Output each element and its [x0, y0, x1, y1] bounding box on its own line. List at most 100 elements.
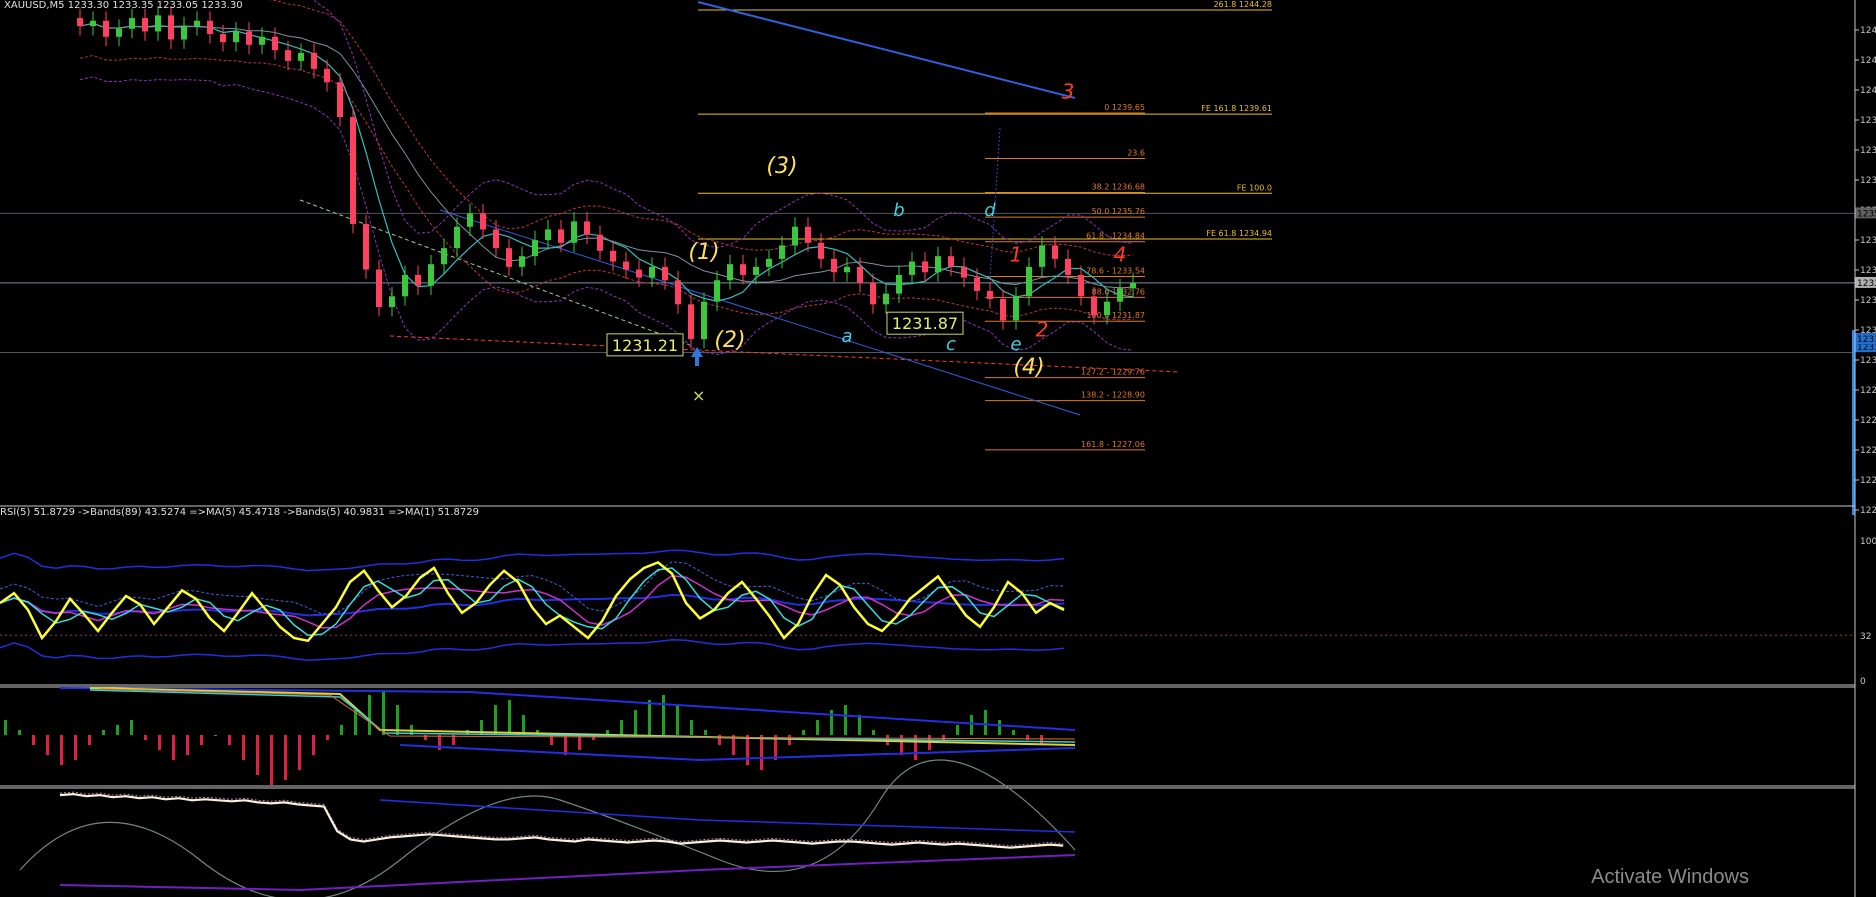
candle [571, 221, 577, 243]
rsi-axis-label: 0 [1860, 677, 1866, 687]
histogram-bar [88, 735, 91, 745]
axis-label: 1226 [1860, 476, 1876, 486]
wave-label: b [893, 200, 904, 221]
candle [961, 266, 967, 278]
candle [350, 117, 356, 225]
candle [168, 15, 174, 40]
price-tag-label: 1231 [1857, 335, 1876, 345]
histogram-bar [116, 725, 119, 735]
candle [857, 266, 863, 283]
histogram-bar [494, 705, 497, 735]
candle [1130, 282, 1136, 289]
activate-windows-watermark: Activate Windows [1591, 866, 1749, 888]
candle [324, 68, 330, 83]
candle [1104, 301, 1110, 316]
histogram-bar [18, 730, 21, 735]
axis-label: 1241 [1860, 56, 1876, 66]
candle [1078, 274, 1084, 297]
candle [415, 274, 421, 286]
fib-expansion-label: FE 161.8 1239.61 [1201, 104, 1272, 113]
histogram-bar [256, 735, 259, 775]
histogram-bar [858, 715, 861, 735]
candle [818, 242, 824, 259]
candle [623, 261, 629, 270]
histogram-bar [340, 725, 343, 735]
fib-retracement-label: 50.0 1235.76 [1092, 207, 1145, 216]
candle [1091, 296, 1097, 316]
fib-retracement-label: 78.6 - 1233.54 [1086, 267, 1145, 276]
candle [831, 258, 837, 273]
histogram-bar [1012, 730, 1015, 735]
fib-retracement-label: 161.8 - 1227.06 [1081, 440, 1145, 449]
candle [77, 18, 83, 27]
candle [441, 248, 447, 265]
histogram-bar [4, 720, 7, 735]
histogram-bar [942, 735, 945, 740]
histogram-bar [144, 735, 147, 740]
cross-marker-icon: × [692, 386, 705, 405]
candle [246, 31, 252, 45]
candle [402, 274, 408, 297]
candle [272, 36, 278, 51]
wave-label: d [984, 200, 996, 221]
candle [116, 28, 122, 37]
candle [987, 290, 993, 299]
price-tag-label: 1235 [1857, 209, 1876, 219]
histogram-bar [634, 710, 637, 735]
histogram-bar [60, 735, 63, 765]
candle [103, 20, 109, 37]
fib-retracement-label: 23.6 [1127, 149, 1145, 158]
candle [1052, 245, 1058, 259]
candle [805, 226, 811, 243]
axis-label: 1234 [1860, 236, 1876, 246]
candle [532, 240, 538, 257]
wave-label: 2 [1036, 317, 1049, 341]
fib-retracement-label: 138.2 - 1228.90 [1081, 391, 1145, 400]
candle [727, 264, 733, 281]
axis-label: 1243 [1860, 26, 1876, 36]
candle [389, 296, 395, 308]
histogram-bar [746, 735, 749, 765]
axis-label: 1225 [1860, 506, 1876, 516]
histogram-bar [172, 735, 175, 760]
fib-retracement-label: 38.2 1236.68 [1092, 182, 1145, 191]
candle [714, 280, 720, 302]
rsi-axis-label: 100 [1860, 537, 1876, 547]
histogram-bar [32, 735, 35, 745]
histogram-bar [270, 735, 273, 785]
histogram-bar [102, 730, 105, 735]
histogram-bar [326, 735, 329, 740]
histogram-bar [214, 735, 217, 736]
candle [1039, 245, 1045, 267]
histogram-bar [368, 695, 371, 735]
candle [545, 229, 551, 241]
candle [1000, 298, 1006, 321]
candle [974, 277, 980, 291]
fib-expansion-label: 261.8 1244.28 [1213, 0, 1272, 9]
candle [311, 52, 317, 69]
chart-canvas: 0 1239.6523.638.2 1236.6850.0 1235.7661.… [0, 0, 1876, 897]
candle [428, 264, 434, 286]
histogram-bar [844, 705, 847, 735]
price-box-label: 1231.87 [892, 314, 958, 333]
candle [298, 52, 304, 61]
candle [909, 261, 915, 275]
candle [948, 256, 954, 267]
price-tag-label: 1233 [1857, 279, 1876, 289]
histogram-bar [704, 730, 707, 735]
candle [584, 221, 590, 235]
histogram-bar [508, 700, 511, 735]
histogram-bar [298, 735, 301, 770]
axis-label: 1232 [1860, 296, 1876, 306]
histogram-bar [816, 720, 819, 735]
fib-expansion-label: FE 61.8 1234.94 [1206, 229, 1272, 238]
histogram-bar [970, 715, 973, 735]
candle [285, 50, 291, 61]
rsi-indicator-header: RSI(5) 51.8729 ->Bands(89) 43.5274 =>MA(… [0, 507, 479, 518]
candle [779, 245, 785, 259]
candle [558, 229, 564, 243]
candle [454, 226, 460, 249]
candle [493, 229, 499, 249]
axis-label: 1240 [1860, 86, 1876, 96]
histogram-bar [158, 735, 161, 750]
